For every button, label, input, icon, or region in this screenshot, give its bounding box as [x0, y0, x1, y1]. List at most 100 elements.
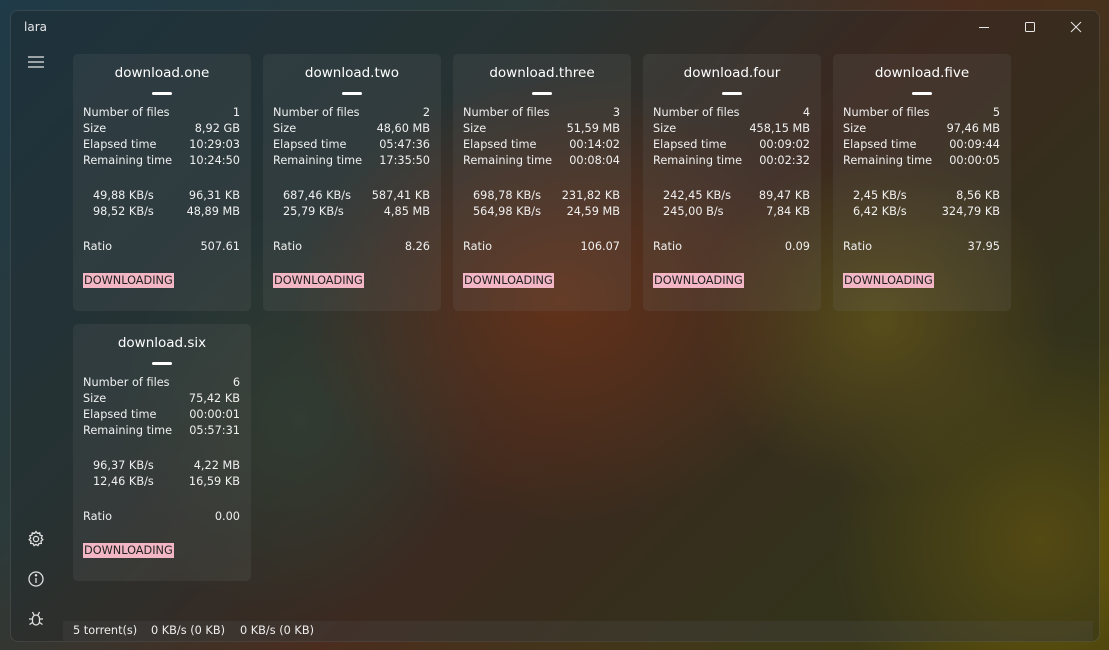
ratio-label: Ratio: [463, 240, 493, 253]
files-value: 3: [612, 106, 620, 119]
elapsed-row: Elapsed time 05:47:36: [273, 138, 430, 151]
torrent-card[interactable]: download.four Number of files 4 Size 458,1…: [643, 54, 821, 311]
downloaded-amount: 8,56 KB: [956, 189, 1000, 202]
about-button[interactable]: [23, 566, 49, 592]
upload-row: 564,98 KB/s 24,59 MB: [473, 205, 620, 218]
status-badge: DOWNLOADING: [273, 273, 364, 288]
upload-total: 0 KB/s (0 KB): [240, 624, 314, 637]
size-value: 458,15 MB: [749, 122, 810, 135]
files-row: Number of files 4: [653, 106, 810, 119]
title-underline: [342, 92, 362, 95]
torrent-card[interactable]: download.one Number of files 1 Size 8,92 G…: [73, 54, 251, 311]
uploaded-amount: 16,59 KB: [188, 475, 240, 488]
size-row: Size 8,92 GB: [83, 122, 240, 135]
minimize-button[interactable]: [961, 11, 1007, 43]
ratio-label: Ratio: [843, 240, 873, 253]
files-label: Number of files: [83, 376, 170, 389]
download-total: 0 KB/s (0 KB): [151, 624, 225, 637]
status-bar: 5 torrent(s) 0 KB/s (0 KB) 0 KB/s (0 KB): [63, 621, 1093, 641]
remaining-label: Remaining time: [653, 154, 743, 167]
downloaded-amount: 89,47 KB: [758, 189, 810, 202]
torrent-name: download.one: [114, 65, 210, 81]
menu-button[interactable]: [23, 49, 49, 75]
torrent-name: download.five: [874, 65, 970, 81]
upload-row: 25,79 KB/s 4,85 MB: [283, 205, 430, 218]
size-label: Size: [463, 122, 487, 135]
remaining-value: 00:02:32: [759, 154, 810, 167]
remaining-value: 17:35:50: [379, 154, 430, 167]
download-speed: 96,37 KB/s: [93, 459, 154, 472]
files-label: Number of files: [843, 106, 930, 119]
close-button[interactable]: [1053, 11, 1099, 43]
size-row: Size 48,60 MB: [273, 122, 430, 135]
remaining-row: Remaining time 00:02:32: [653, 154, 810, 167]
remaining-row: Remaining time 17:35:50: [273, 154, 430, 167]
elapsed-label: Elapsed time: [273, 138, 347, 151]
torrent-card[interactable]: download.six Number of files 6 Size 75,42 …: [73, 324, 251, 581]
torrent-card[interactable]: download.two Number of files 2 Size 48,60 …: [263, 54, 441, 311]
download-row: 698,78 KB/s 231,82 KB: [473, 189, 620, 202]
elapsed-label: Elapsed time: [83, 138, 157, 151]
ratio-row: Ratio 8.26: [273, 240, 430, 253]
status-badge: DOWNLOADING: [653, 273, 744, 288]
remaining-value: 00:08:04: [569, 154, 620, 167]
files-value: 1: [232, 106, 240, 119]
app-window: lara download.one Number of files 1 Size…: [10, 10, 1100, 642]
torrent-card[interactable]: download.five Number of files 5 Size 97,46…: [833, 54, 1011, 311]
ratio-label: Ratio: [83, 510, 113, 523]
maximize-button[interactable]: [1007, 11, 1053, 43]
download-row: 49,88 KB/s 96,31 KB: [93, 189, 240, 202]
elapsed-label: Elapsed time: [83, 408, 157, 421]
ratio-value: 507.61: [200, 240, 240, 253]
remaining-row: Remaining time 00:00:05: [843, 154, 1000, 167]
upload-speed: 12,46 KB/s: [93, 475, 154, 488]
remaining-label: Remaining time: [83, 424, 173, 437]
elapsed-label: Elapsed time: [463, 138, 537, 151]
size-row: Size 75,42 KB: [83, 392, 240, 405]
torrent-name: download.three: [489, 65, 595, 81]
torrent-name: download.six: [117, 335, 207, 351]
download-speed: 49,88 KB/s: [93, 189, 154, 202]
title-underline: [152, 362, 172, 365]
bug-icon: [29, 611, 43, 626]
files-row: Number of files 6: [83, 376, 240, 389]
close-icon: [1070, 21, 1082, 33]
status-badge: DOWNLOADING: [83, 543, 174, 558]
elapsed-value: 05:47:36: [379, 138, 430, 151]
size-label: Size: [83, 392, 107, 405]
remaining-value: 10:24:50: [189, 154, 240, 167]
size-value: 97,46 MB: [946, 122, 1000, 135]
files-row: Number of files 3: [463, 106, 620, 119]
info-icon: [28, 571, 44, 587]
gear-icon: [28, 530, 44, 547]
hamburger-menu-icon: [28, 56, 44, 68]
settings-button[interactable]: [23, 526, 49, 552]
status-badge: DOWNLOADING: [463, 273, 554, 288]
upload-speed: 25,79 KB/s: [283, 205, 344, 218]
upload-row: 6,42 KB/s 324,79 KB: [853, 205, 1000, 218]
size-row: Size 97,46 MB: [843, 122, 1000, 135]
elapsed-value: 10:29:03: [189, 138, 240, 151]
ratio-row: Ratio 507.61: [83, 240, 240, 253]
status-badge: DOWNLOADING: [83, 273, 174, 288]
torrent-name: download.two: [304, 65, 400, 81]
ratio-value: 8.26: [404, 240, 430, 253]
ratio-row: Ratio 37.95: [843, 240, 1000, 253]
files-row: Number of files 2: [273, 106, 430, 119]
download-row: 96,37 KB/s 4,22 MB: [93, 459, 240, 472]
uploaded-amount: 7,84 KB: [766, 205, 810, 218]
remaining-label: Remaining time: [273, 154, 363, 167]
debug-button[interactable]: [23, 606, 49, 632]
upload-speed: 6,42 KB/s: [853, 205, 907, 218]
elapsed-row: Elapsed time 00:00:01: [83, 408, 240, 421]
downloaded-amount: 587,41 KB: [371, 189, 430, 202]
size-value: 75,42 KB: [188, 392, 240, 405]
size-value: 8,92 GB: [194, 122, 240, 135]
ratio-label: Ratio: [273, 240, 303, 253]
remaining-value: 00:00:05: [949, 154, 1000, 167]
files-value: 4: [802, 106, 810, 119]
elapsed-label: Elapsed time: [653, 138, 727, 151]
torrent-card[interactable]: download.three Number of files 3 Size 51,5…: [453, 54, 631, 311]
ratio-row: Ratio 0.00: [83, 510, 240, 523]
status-badge: DOWNLOADING: [843, 273, 934, 288]
